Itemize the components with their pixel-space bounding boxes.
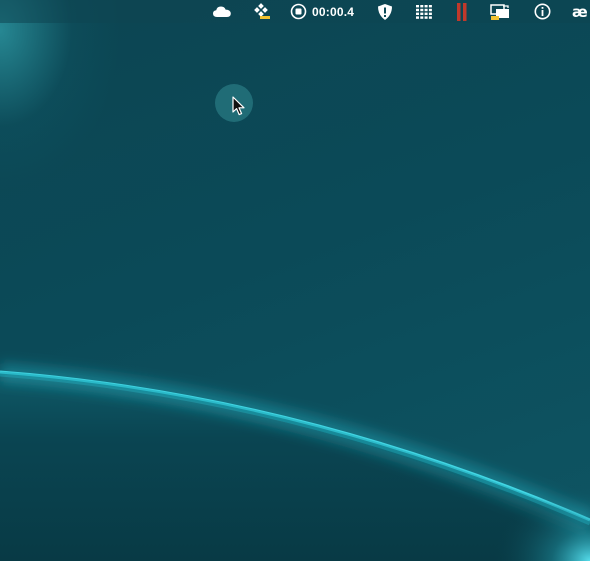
network-app-icon[interactable] [252, 0, 272, 23]
desktop: 00:00.4 æ [0, 0, 590, 561]
mouse-cursor-icon [232, 96, 245, 116]
shield-icon[interactable] [375, 0, 395, 23]
recording-timer[interactable]: 00:00.4 [290, 0, 358, 23]
pause-bars-icon[interactable] [453, 0, 471, 23]
wallpaper [0, 363, 590, 561]
display-mirror-icon[interactable] [489, 0, 511, 23]
stop-recording-icon[interactable] [290, 3, 307, 20]
menu-bar: 00:00.4 æ [0, 0, 590, 23]
ae-label: æ [572, 2, 588, 21]
info-icon[interactable] [532, 0, 552, 23]
grid-icon[interactable] [414, 0, 434, 23]
cloud-icon[interactable] [211, 0, 233, 23]
ae-menu-item[interactable]: æ [572, 0, 590, 23]
timer-text: 00:00.4 [312, 4, 355, 19]
